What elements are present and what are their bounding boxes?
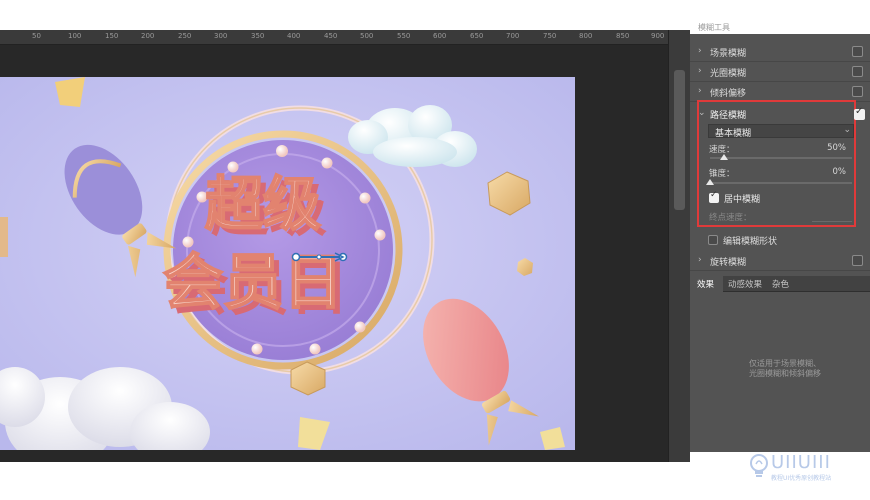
watermark: UIIUIII 教程UI优秀原创教程站 — [749, 452, 861, 483]
ruler-tick: 200 — [141, 32, 155, 40]
ruler-tick: 150 — [105, 32, 119, 40]
artwork-image[interactable]: 超级 超级 会员日 会员日 — [0, 77, 575, 450]
tab-noise[interactable]: 杂色 — [772, 278, 789, 290]
speed-slider-thumb[interactable] — [720, 154, 729, 160]
top-strip — [0, 0, 690, 30]
tab-effects[interactable]: 效果 — [697, 278, 714, 290]
blur-row-iris-blur[interactable]: › 光圈模糊 — [690, 62, 870, 82]
end-speed-label: 终点速度： — [709, 213, 752, 223]
ruler-tick: 50 — [32, 32, 41, 40]
ruler-tick: 600 — [433, 32, 447, 40]
ruler-tick: 850 — [616, 32, 630, 40]
ruler-tick: 350 — [251, 32, 265, 40]
effects-note: 仅适用于场景模糊、 光圈模糊和倾斜偏移 — [740, 359, 830, 379]
path-blur-header[interactable]: ⌄ 路径模糊 — [690, 106, 870, 122]
blur-row-label: 场景模糊 — [710, 49, 747, 59]
bulb-logo-icon — [750, 454, 768, 477]
edit-blur-shapes-label: 编辑模糊形状 — [723, 237, 778, 247]
path-blur-label: 路径模糊 — [710, 111, 747, 121]
center-blur-label: 居中模糊 — [724, 195, 761, 205]
iris-blur-checkbox[interactable] — [852, 66, 863, 77]
path-blur-checkbox[interactable] — [854, 106, 865, 120]
taper-slider-thumb[interactable] — [706, 179, 714, 185]
blur-row-label: 光圈模糊 — [710, 69, 747, 79]
chevron-right-icon[interactable]: › — [698, 46, 702, 56]
tab-motion-effects[interactable]: 动感效果 — [728, 278, 762, 290]
ruler-tick: 550 — [397, 32, 411, 40]
ruler-tick: 800 — [579, 32, 593, 40]
effects-tab-bar: 效果 动感效果 杂色 — [690, 276, 870, 292]
chevron-down-icon: ⌄ — [843, 125, 851, 135]
scrollbar-thumb[interactable] — [674, 70, 685, 210]
ruler-tick: 900 — [651, 32, 665, 40]
ruler-tick: 650 — [470, 32, 484, 40]
panel-tab-bar: 模糊工具 — [690, 0, 870, 34]
ruler-tick: 300 — [214, 32, 228, 40]
blur-row-label: 旋转模糊 — [710, 258, 747, 268]
ruler-tick: 750 — [543, 32, 557, 40]
mode-select-value: 基本模糊 — [715, 129, 752, 139]
horizontal-ruler[interactable]: 50 100 150 200 250 300 350 400 450 500 5… — [0, 30, 668, 45]
blur-row-field-blur[interactable]: › 场景模糊 — [690, 42, 870, 62]
photoshop-window: 50 100 150 200 250 300 350 400 450 500 5… — [0, 0, 870, 500]
watermark-subtext: 教程UI优秀原创教程站 — [771, 475, 832, 482]
effects-note-line: 仅适用于场景模糊、 — [749, 359, 821, 368]
artwork-illustration: 超级 超级 会员日 会员日 — [0, 77, 575, 450]
blur-row-tilt-shift[interactable]: › 倾斜偏移 — [690, 82, 870, 102]
title-line-2: 会员日 — [163, 248, 343, 318]
ruler-tick: 500 — [360, 32, 374, 40]
taper-value[interactable]: 0% — [820, 167, 847, 177]
ruler-tick: 400 — [287, 32, 301, 40]
speed-slider-track[interactable] — [710, 157, 852, 159]
watermark-text: UIIUIII — [771, 452, 831, 473]
panel-tab-blur-tools[interactable]: 模糊工具 — [698, 22, 730, 33]
chevron-right-icon[interactable]: › — [698, 86, 702, 96]
ruler-tick: 700 — [506, 32, 520, 40]
taper-slider-track[interactable] — [710, 182, 852, 184]
ruler-tick: 250 — [178, 32, 192, 40]
blur-row-spin-blur[interactable]: › 旋转模糊 — [690, 251, 870, 271]
blur-tools-panel: 模糊工具 › 场景模糊 › 光圈模糊 › 倾斜偏移 ⌄ 路径模糊 基本模糊 ⌄ … — [690, 0, 870, 500]
bottom-strip — [0, 462, 690, 500]
end-speed-field[interactable] — [812, 221, 852, 222]
title-line-1: 超级 — [205, 170, 321, 238]
vertical-scrollbar[interactable] — [668, 30, 690, 462]
center-blur-checkbox[interactable] — [709, 190, 719, 203]
effects-note-line: 光圈模糊和倾斜偏移 — [749, 369, 821, 378]
ruler-tick: 450 — [324, 32, 338, 40]
taper-label: 锥度： — [709, 169, 735, 179]
speed-value[interactable]: 50% — [820, 143, 846, 153]
chevron-down-icon[interactable]: ⌄ — [698, 108, 706, 118]
edit-blur-shapes-checkbox[interactable] — [708, 235, 718, 245]
spin-blur-checkbox[interactable] — [852, 255, 863, 266]
ruler-tick: 100 — [68, 32, 82, 40]
path-blur-mode-select[interactable]: 基本模糊 ⌄ — [708, 124, 854, 139]
tilt-shift-checkbox[interactable] — [852, 86, 863, 97]
chevron-right-icon[interactable]: › — [698, 66, 702, 76]
blur-row-label: 倾斜偏移 — [710, 89, 747, 99]
chevron-right-icon[interactable]: › — [698, 255, 702, 265]
field-blur-checkbox[interactable] — [852, 46, 863, 57]
